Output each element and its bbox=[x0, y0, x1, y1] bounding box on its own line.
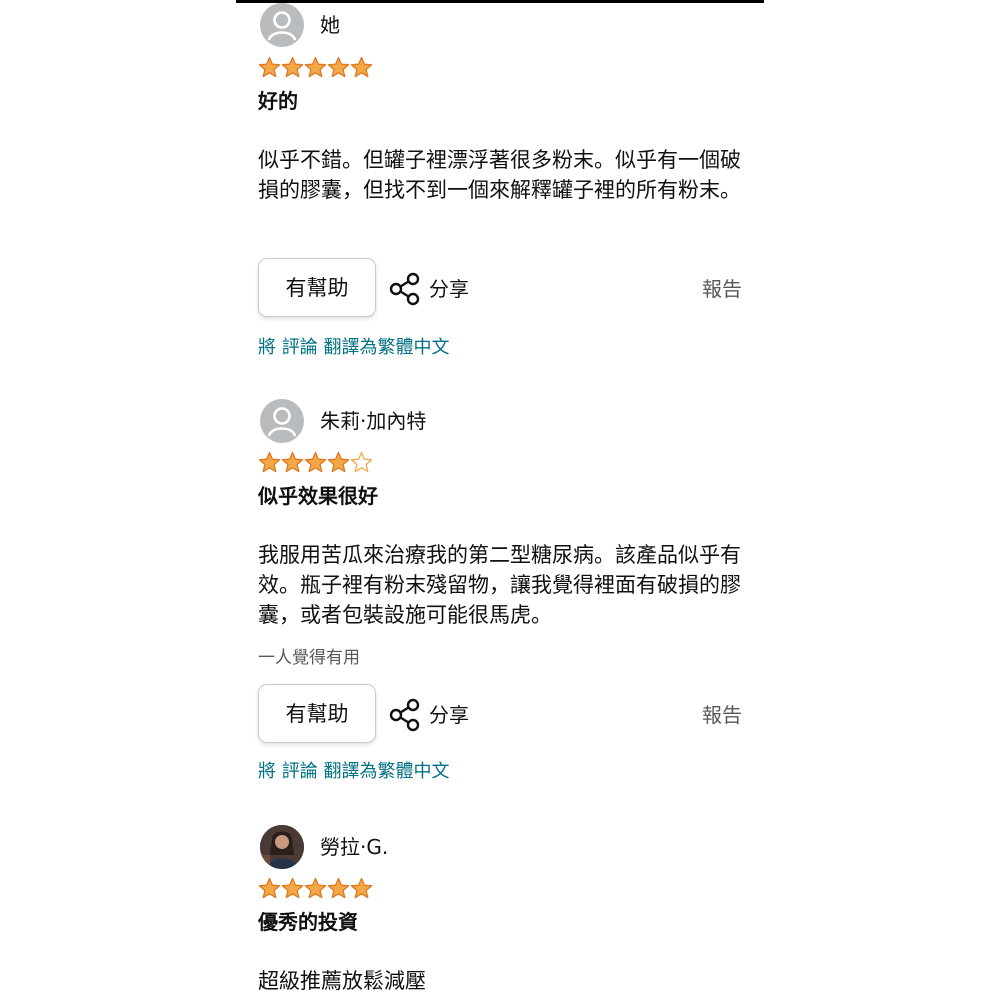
reviewer-name: 勞拉·G. bbox=[320, 835, 389, 859]
star-icon bbox=[327, 451, 350, 473]
star-rating bbox=[258, 56, 373, 78]
star-icon bbox=[350, 877, 373, 899]
star-icon bbox=[350, 56, 373, 78]
star-icon bbox=[258, 877, 281, 899]
star-icon bbox=[327, 877, 350, 899]
helpful-button[interactable]: 有幫助 bbox=[258, 684, 376, 743]
star-icon bbox=[281, 451, 304, 473]
share-label: 分享 bbox=[429, 703, 469, 727]
review-body: 似乎不錯。但罐子裡漂浮著很多粉末。似乎有一個破損的膠囊，但找不到一個來解釋罐子裡… bbox=[258, 148, 741, 202]
star-icon bbox=[258, 56, 281, 78]
reviewer-profile[interactable]: 她 bbox=[258, 2, 658, 48]
star-icon bbox=[281, 877, 304, 899]
review-title: 好的 bbox=[258, 89, 298, 113]
share-icon bbox=[388, 272, 422, 306]
share-button[interactable]: 分享 bbox=[388, 270, 498, 310]
translate-review-link[interactable]: 將 評論 翻譯為繁體中文 bbox=[258, 336, 449, 360]
star-icon bbox=[350, 451, 373, 473]
reviewer-profile[interactable]: 朱莉·加內特 bbox=[258, 398, 658, 444]
reviewer-name: 她 bbox=[320, 13, 340, 37]
review-title: 似乎效果很好 bbox=[258, 484, 378, 508]
reviewer-profile[interactable]: 勞拉·G. bbox=[258, 824, 658, 870]
review-title: 優秀的投資 bbox=[258, 910, 358, 934]
review-body: 我服用苦瓜來治療我的第二型糖尿病。該產品似乎有效。瓶子裡有粉末殘留物，讓我覺得裡… bbox=[258, 543, 741, 627]
star-icon bbox=[281, 56, 304, 78]
review-body: 超級推薦放鬆減壓 bbox=[258, 969, 426, 993]
star-icon bbox=[304, 877, 327, 899]
share-icon bbox=[388, 698, 422, 732]
share-label: 分享 bbox=[429, 277, 469, 301]
helpful-button[interactable]: 有幫助 bbox=[258, 258, 376, 317]
star-rating bbox=[258, 877, 373, 899]
star-icon bbox=[304, 56, 327, 78]
helpful-count: 一人覺得有用 bbox=[258, 648, 360, 668]
avatar bbox=[260, 825, 304, 869]
person-silhouette-icon bbox=[260, 399, 304, 443]
star-rating bbox=[258, 451, 373, 473]
star-icon bbox=[327, 56, 350, 78]
star-icon bbox=[258, 451, 281, 473]
star-icon bbox=[304, 451, 327, 473]
report-link[interactable]: 報告 bbox=[702, 276, 742, 302]
share-button[interactable]: 分享 bbox=[388, 696, 498, 736]
translate-review-link[interactable]: 將 評論 翻譯為繁體中文 bbox=[258, 760, 449, 784]
person-silhouette-icon bbox=[260, 3, 304, 47]
report-link[interactable]: 報告 bbox=[702, 702, 742, 728]
reviewer-name: 朱莉·加內特 bbox=[320, 409, 427, 433]
